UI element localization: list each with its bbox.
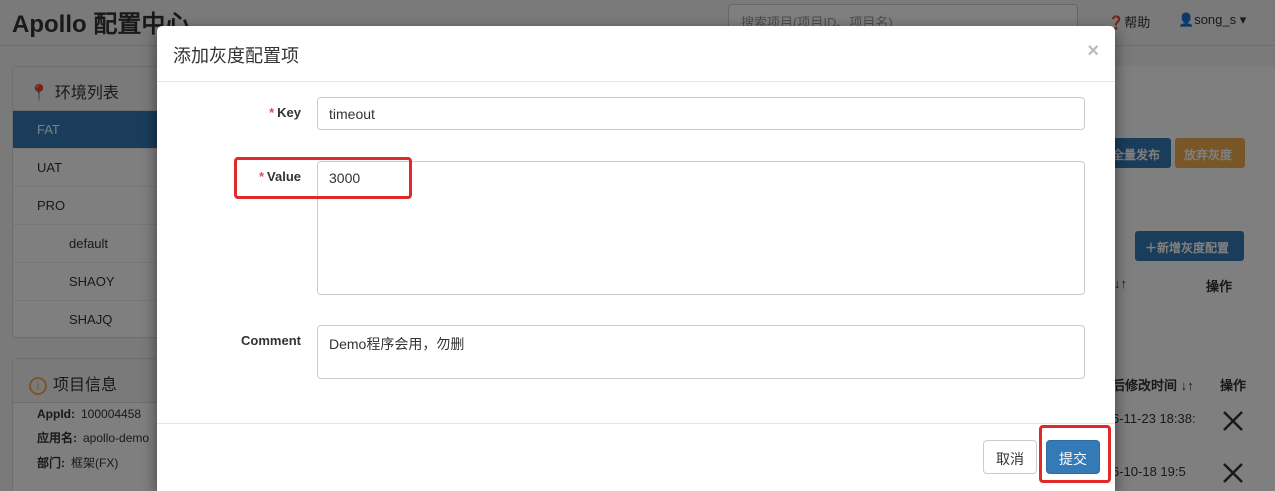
cancel-button[interactable]: 取消 — [983, 440, 1037, 474]
key-input[interactable]: timeout — [317, 97, 1085, 130]
key-label-text: Key — [277, 105, 301, 120]
add-gray-config-modal: 添加灰度配置项 × * Key timeout * Value 3000 Comme… — [157, 26, 1115, 491]
required-mark: * — [269, 105, 275, 120]
close-icon[interactable]: × — [1087, 40, 1099, 63]
comment-textarea[interactable]: Demo程序会用，勿删 — [317, 325, 1085, 379]
value-textarea[interactable]: 3000 — [317, 161, 1085, 295]
modal-title: 添加灰度配置项 — [173, 46, 299, 66]
modal-header: 添加灰度配置项 × — [157, 26, 1115, 82]
key-label: * Key — [171, 105, 301, 120]
modal-footer: 取消 提交 — [157, 423, 1115, 491]
comment-label: Comment — [241, 333, 301, 348]
submit-highlight-box — [1039, 425, 1111, 483]
value-highlight-box — [234, 157, 412, 199]
